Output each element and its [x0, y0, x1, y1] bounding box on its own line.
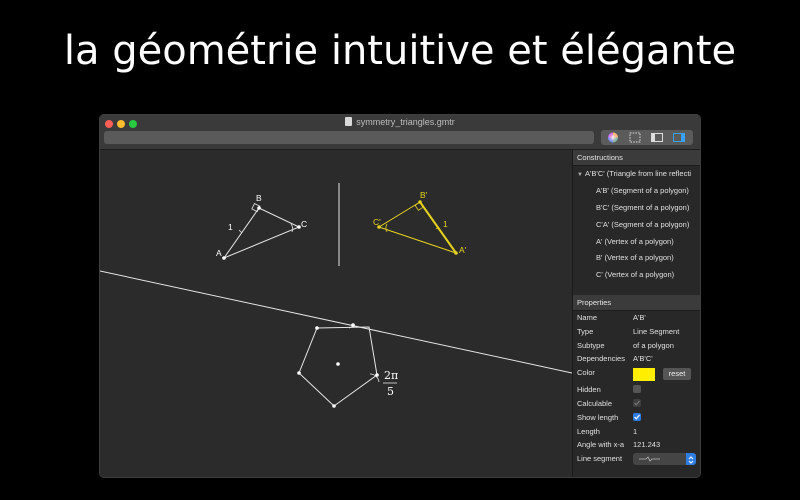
geometry-canvas[interactable]: A B C 1 A' B' C' 1 2π 5: [100, 150, 572, 477]
label-a-prime: A': [459, 245, 467, 255]
constructions-header: Constructions: [573, 150, 700, 166]
label-c: C: [301, 219, 307, 229]
window-title-text: symmetry_triangles.gmtr: [356, 117, 455, 127]
properties-header: Properties: [573, 295, 700, 311]
line-style-select[interactable]: [633, 453, 696, 465]
show-length-checkbox[interactable]: [633, 413, 641, 421]
prop-subtype-value: of a polygon: [633, 341, 674, 350]
calculable-checkbox: [633, 399, 641, 407]
app-window: symmetry_triangles.gmtr A B C 1 A' B' C'…: [99, 114, 701, 478]
prop-subtype-label: Subtype: [577, 341, 605, 350]
prop-calculable-label: Calculable: [577, 399, 613, 408]
vertex-a[interactable]: [222, 256, 226, 260]
prop-length-value[interactable]: 1: [633, 427, 637, 436]
prop-name-value[interactable]: A'B': [633, 313, 646, 322]
prop-color-label: Color: [577, 368, 595, 377]
toolbar-group: [601, 130, 693, 145]
color-swatch[interactable]: [633, 368, 655, 381]
label-a: A: [216, 248, 222, 258]
headline: la géométrie intuitive et élégante: [63, 28, 737, 74]
prop-type-label: Type: [577, 327, 594, 336]
construction-parent[interactable]: ▼ A'B'C' (Triangle from line reflecti: [577, 169, 691, 178]
prop-type-value: Line Segment: [633, 327, 680, 336]
prop-show-length-label: Show length: [577, 413, 619, 422]
sidebar-right-icon[interactable]: [669, 131, 689, 144]
prop-angle-value[interactable]: 121.243: [633, 440, 660, 449]
label-c-prime: C': [373, 217, 381, 227]
pentagon[interactable]: [297, 323, 397, 408]
vertex-b[interactable]: [257, 206, 261, 210]
construction-item[interactable]: B' (Vertex of a polygon): [596, 253, 674, 262]
vertex-b-prime[interactable]: [418, 200, 422, 204]
prop-name-label: Name: [577, 313, 598, 322]
hidden-checkbox[interactable]: [633, 385, 641, 393]
window-title: symmetry_triangles.gmtr: [100, 117, 700, 127]
titlebar: symmetry_triangles.gmtr: [100, 115, 700, 150]
selection-box-icon[interactable]: [625, 131, 645, 144]
label-b-prime: B': [420, 190, 428, 200]
vertex-a-prime[interactable]: [454, 251, 458, 255]
prop-angle-label: Angle with x-a: [577, 440, 625, 449]
toolbar-field[interactable]: [104, 131, 594, 144]
prop-line-segment-label: Line segment: [577, 454, 623, 463]
construction-item[interactable]: A'B' (Segment of a polygon): [596, 186, 689, 195]
document-icon: [345, 117, 353, 126]
prop-hidden-label: Hidden: [577, 385, 601, 394]
color-wheel-icon[interactable]: [603, 131, 623, 144]
construction-item[interactable]: A' (Vertex of a polygon): [596, 237, 674, 246]
sidebar-left-icon[interactable]: [647, 131, 667, 144]
construction-item[interactable]: B'C' (Segment of a polygon): [596, 203, 689, 212]
pentagon-center[interactable]: [336, 362, 340, 366]
reset-color-button[interactable]: reset: [663, 368, 691, 380]
prop-length-label: Length: [577, 427, 600, 436]
label-length-1: 1: [228, 222, 233, 232]
disclosure-triangle-icon[interactable]: ▼: [577, 172, 583, 178]
prop-dependencies-value[interactable]: A'B'C': [633, 354, 653, 363]
triangle-abc[interactable]: [222, 203, 301, 260]
construction-item[interactable]: C' (Vertex of a polygon): [596, 270, 674, 279]
label-length-1-prime: 1: [443, 219, 448, 229]
prop-dependencies-label: Dependencies: [577, 354, 625, 363]
label-b: B: [256, 193, 262, 203]
chevron-updown-icon: [686, 453, 696, 465]
angle-label-numerator: 2π: [384, 369, 398, 382]
construction-item[interactable]: C'A' (Segment of a polygon): [596, 220, 689, 229]
angle-label-denominator: 5: [387, 385, 394, 398]
inspector-panel: Constructions ▼ A'B'C' (Triangle from lin…: [572, 150, 700, 477]
reflection-line[interactable]: [100, 270, 572, 374]
